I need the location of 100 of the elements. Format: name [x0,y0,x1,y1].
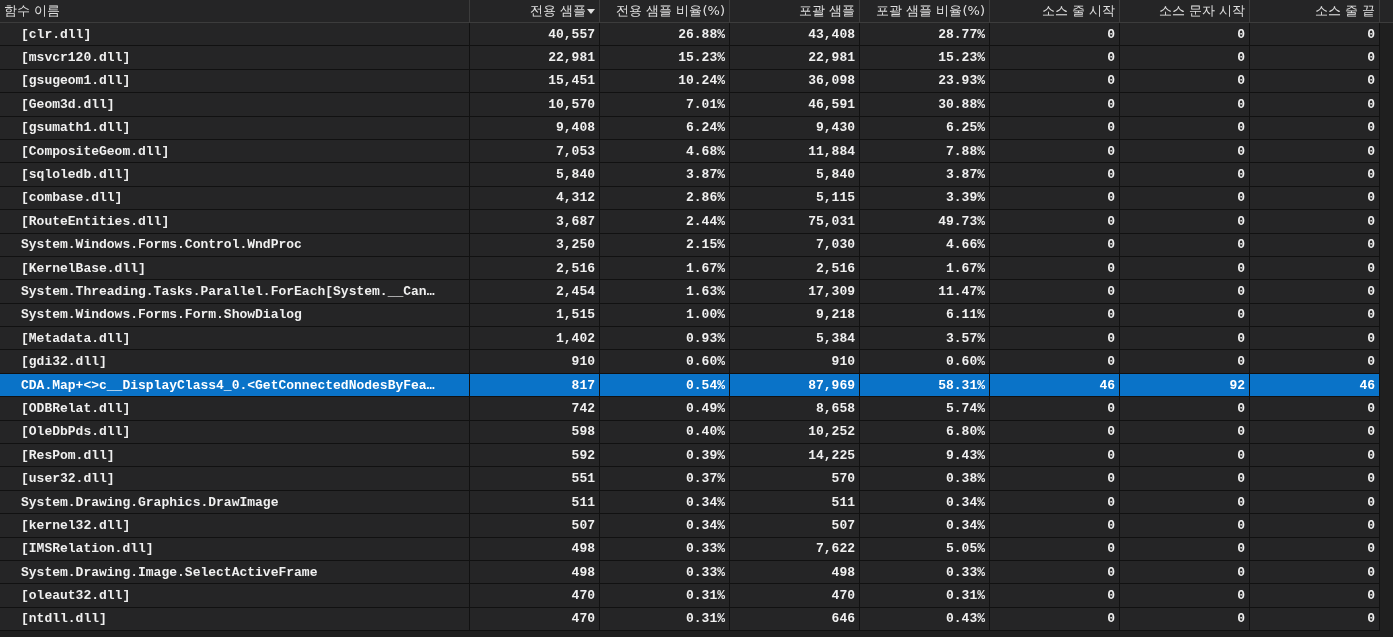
table-cell: 0 [1120,280,1250,304]
function-name-cell[interactable]: [IMSRelation.dll] [0,537,470,561]
table-cell: 0 [1120,69,1250,94]
table-cell: 0 [1120,186,1250,211]
function-name-cell[interactable]: [CompositeGeom.dll] [0,139,470,164]
table-cell: 0 [990,490,1120,515]
table-cell: 2.86% [600,186,730,211]
header-background [1380,0,1393,23]
function-name-cell[interactable]: [ResPom.dll] [0,444,470,468]
table-cell: 817 [470,373,600,398]
table-cell: 5,840 [730,163,860,187]
table-cell: 6.11% [860,303,990,328]
table-cell: 0.34% [600,490,730,515]
function-name-cell[interactable]: System.Drawing.Image.SelectActiveFrame [0,561,470,585]
table-cell: 742 [470,397,600,421]
function-name-cell[interactable]: System.Windows.Forms.Control.WndProc [0,233,470,257]
table-cell: 0 [1250,233,1380,257]
table-cell: 10,570 [470,93,600,117]
function-name-cell[interactable]: [Metadata.dll] [0,327,470,351]
table-cell: 0 [990,23,1120,47]
function-name-cell[interactable]: [KernelBase.dll] [0,256,470,281]
table-cell: 36,098 [730,69,860,94]
table-cell: 1.67% [600,256,730,281]
table-cell: 0 [1250,537,1380,561]
table-cell: 0 [990,467,1120,491]
function-name-cell[interactable]: [Geom3d.dll] [0,93,470,117]
table-cell: 4.66% [860,233,990,257]
table-cell: 4.68% [600,139,730,164]
table-cell: 0 [990,139,1120,164]
table-cell: 5.05% [860,537,990,561]
table-cell: 0 [990,350,1120,374]
function-name-cell[interactable]: [kernel32.dll] [0,514,470,538]
table-cell: 87,969 [730,373,860,398]
function-name-cell[interactable]: [sqloledb.dll] [0,163,470,187]
function-name-cell[interactable]: [RouteEntities.dll] [0,210,470,234]
function-name-cell[interactable]: System.Drawing.Graphics.DrawImage [0,490,470,515]
table-cell: 0 [1120,490,1250,515]
table-cell: 0 [1250,327,1380,351]
function-name-cell[interactable]: [combase.dll] [0,186,470,211]
table-cell: 17,309 [730,280,860,304]
function-name-cell[interactable]: System.Windows.Forms.Form.ShowDialog [0,303,470,328]
table-cell: 0 [1120,584,1250,608]
table-cell: 0 [1250,69,1380,94]
table-cell: 1.67% [860,256,990,281]
function-name-cell[interactable]: [ODBRelat.dll] [0,397,470,421]
table-cell: 43,408 [730,23,860,47]
table-cell: 0.37% [600,467,730,491]
table-cell: 22,981 [730,46,860,70]
table-cell: 0 [1120,93,1250,117]
table-cell: 470 [470,607,600,632]
column-header[interactable]: 포괄 샘플 [730,0,860,23]
table-cell: 7,030 [730,233,860,257]
table-cell: 0 [1250,420,1380,445]
table-cell: 9.43% [860,444,990,468]
function-name-cell[interactable]: System.Threading.Tasks.Parallel.ForEach[System.__Can… [0,280,470,304]
function-name-cell[interactable]: [oleaut32.dll] [0,584,470,608]
table-cell: 58.31% [860,373,990,398]
table-cell: 0 [990,46,1120,70]
function-name-cell[interactable]: [OleDbPds.dll] [0,420,470,445]
column-header[interactable]: 소스 문자 시작 [1120,0,1250,23]
table-cell: 26.88% [600,23,730,47]
function-name-cell[interactable]: CDA.Map+<>c__DisplayClass4_0.<GetConnectedNodesByFea… [0,373,470,398]
table-cell: 592 [470,444,600,468]
table-cell: 0 [990,186,1120,211]
table-cell: 11.47% [860,280,990,304]
table-cell: 0 [990,584,1120,608]
table-cell: 0 [990,607,1120,632]
function-name-cell[interactable]: [gsumath1.dll] [0,116,470,140]
table-cell: 3.87% [600,163,730,187]
column-header[interactable]: 소스 줄 시작 [990,0,1120,23]
function-name-cell[interactable]: [gsugeom1.dll] [0,69,470,94]
table-cell: 46 [990,373,1120,398]
table-cell: 1.00% [600,303,730,328]
table-cell: 0 [1120,233,1250,257]
column-header[interactable]: 소스 줄 끝 [1250,0,1380,23]
table-cell: 0 [1120,467,1250,491]
column-header[interactable]: 전용 샘플 [470,0,600,23]
table-cell: 1,515 [470,303,600,328]
function-name-cell[interactable]: [gdi32.dll] [0,350,470,374]
function-name-cell[interactable]: [msvcr120.dll] [0,46,470,70]
table-cell: 0 [990,537,1120,561]
function-name-cell[interactable]: [ntdll.dll] [0,607,470,632]
table-cell: 7,622 [730,537,860,561]
table-cell: 11,884 [730,139,860,164]
table-cell: 0 [1250,93,1380,117]
table-cell: 2,516 [470,256,600,281]
table-cell: 0 [990,280,1120,304]
table-cell: 7.01% [600,93,730,117]
table-cell: 0 [990,210,1120,234]
table-cell: 511 [730,490,860,515]
table-cell: 0.93% [600,327,730,351]
column-header[interactable]: 포괄 샘플 비율(%) [860,0,990,23]
table-cell: 910 [470,350,600,374]
table-cell: 0 [1120,139,1250,164]
table-cell: 40,557 [470,23,600,47]
column-header[interactable]: 함수 이름 [0,0,470,23]
function-name-cell[interactable]: [user32.dll] [0,467,470,491]
column-header[interactable]: 전용 샘플 비율(%) [600,0,730,23]
function-name-cell[interactable]: [clr.dll] [0,23,470,47]
table-cell: 3.57% [860,327,990,351]
